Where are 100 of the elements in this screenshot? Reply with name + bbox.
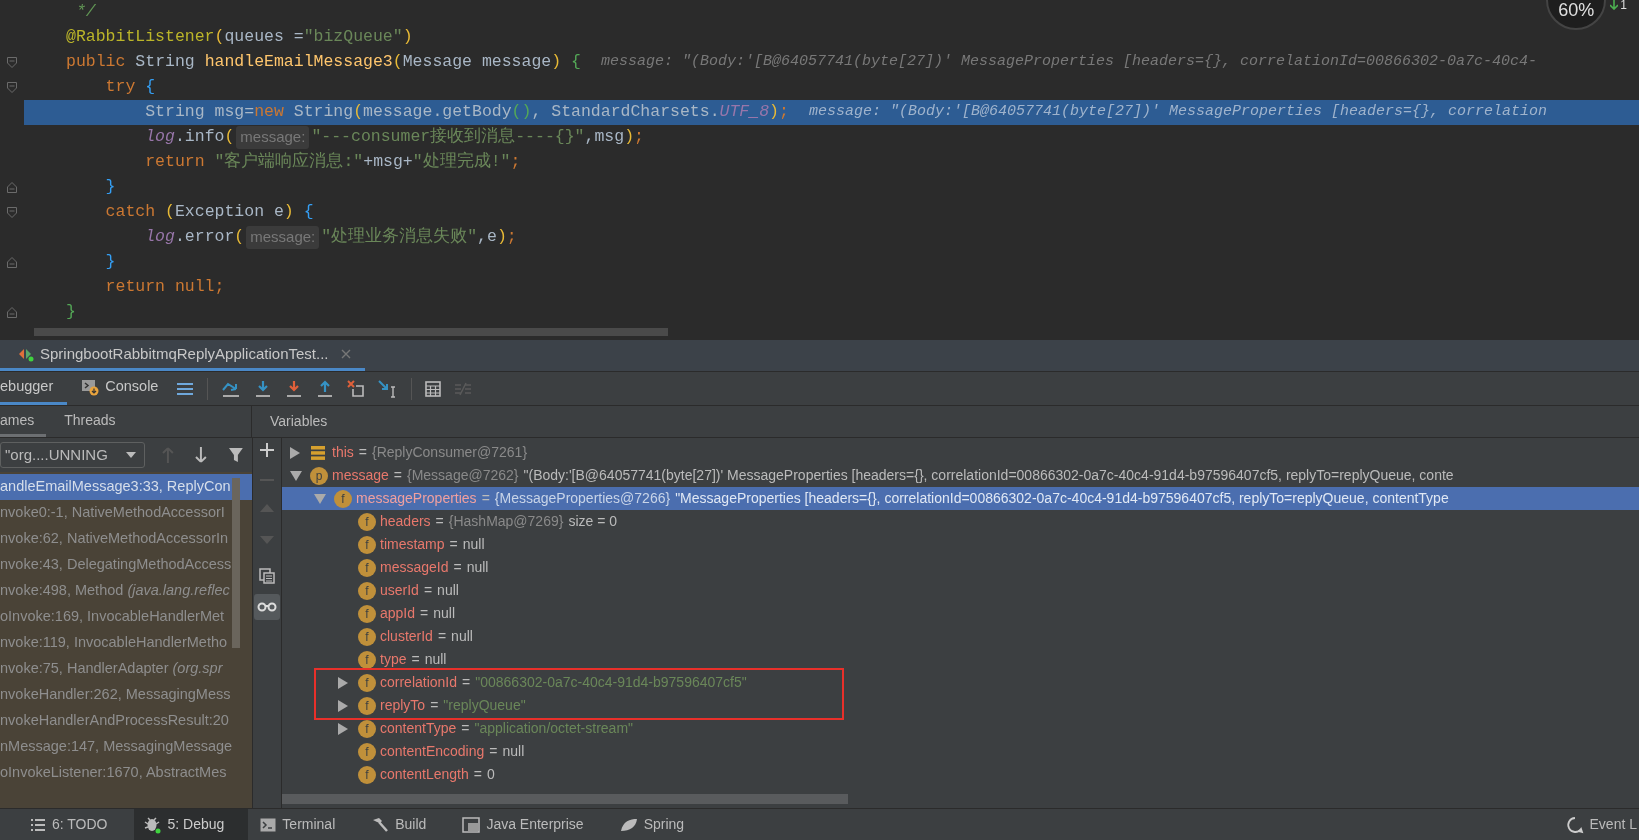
fold-marker-icon[interactable] xyxy=(7,182,17,193)
tree-row[interactable]: f type = null xyxy=(282,648,1639,671)
stack-frame[interactable]: nvokeHandler:262, MessagingMess xyxy=(0,682,252,708)
tree-row[interactable]: f clusterId = null xyxy=(282,625,1639,648)
fold-marker-icon[interactable] xyxy=(7,82,17,93)
step-into-icon[interactable] xyxy=(254,379,273,398)
tool-window-button[interactable]: Terminal xyxy=(250,809,360,840)
equals-sign: = xyxy=(411,650,420,669)
tree-row[interactable]: f messageId = null xyxy=(282,556,1639,579)
stack-frame[interactable]: andleEmailMessage3:33, ReplyCon xyxy=(0,474,252,500)
stack-frame[interactable]: nvoke:75, HandlerAdapter (org.spr xyxy=(0,656,252,682)
tree-row[interactable]: p message = {Message@7262} "(Body:'[B@64057741(byte[27])' MessageProperties [headers={}, correlationId=00866302-0a7c-40c4-91d4-b97596407cf5, replyTo=replyQueue, conte xyxy=(282,464,1639,487)
filter-icon[interactable] xyxy=(228,447,244,463)
parameter-hint: message: xyxy=(236,126,310,149)
code-text: log.info( xyxy=(144,126,235,149)
expand-arrow-icon[interactable] xyxy=(338,676,348,689)
tool-window-button[interactable]: Java Enterprise xyxy=(452,809,608,840)
arrow-down-icon[interactable] xyxy=(194,446,209,464)
field-icon: f xyxy=(358,765,376,784)
field-icon: f xyxy=(358,558,376,577)
variable-name: correlationId xyxy=(380,673,458,692)
tree-row[interactable]: f timestamp = null xyxy=(282,533,1639,556)
fold-marker-icon[interactable] xyxy=(7,257,17,268)
code-text: try { xyxy=(104,76,156,99)
tree-row[interactable]: f replyTo = "replyQueue" xyxy=(314,694,1639,717)
tool-window-button[interactable]: Event L xyxy=(1589,814,1637,835)
calculator-icon[interactable] xyxy=(425,380,442,397)
variable-type: {ReplyConsumer@7261} xyxy=(372,443,528,462)
variable-value: null xyxy=(433,604,456,623)
glasses-icon xyxy=(257,602,277,612)
close-icon[interactable] xyxy=(340,349,351,359)
horizontal-scrollbar[interactable] xyxy=(34,328,668,336)
vertical-scrollbar[interactable] xyxy=(232,478,240,648)
variable-value: size = 0 xyxy=(568,512,618,531)
variable-name: userId xyxy=(380,581,419,600)
stack-frame[interactable]: oInvokeListener:1670, AbstractMes xyxy=(0,760,252,786)
variable-value: null xyxy=(466,558,489,577)
stack-frame[interactable]: nvoke0:-1, NativeMethodAccessorI xyxy=(0,500,252,526)
debugger-tab[interactable]: ebugger xyxy=(0,372,68,405)
collapse-arrow-icon[interactable] xyxy=(290,470,302,481)
collapse-arrow-icon[interactable] xyxy=(314,493,326,504)
stack-frame[interactable]: oInvoke:169, InvocableHandlerMet xyxy=(0,604,252,630)
variable-value: null xyxy=(502,742,525,761)
code-text: "处理业务消息失败",e); xyxy=(321,226,517,249)
tree-row[interactable]: this = {ReplyConsumer@7261} xyxy=(282,441,1639,464)
tab-label: SpringbootRabbitmqReplyApplicationTest... xyxy=(40,343,329,364)
expand-arrow-icon[interactable] xyxy=(290,446,300,459)
tree-row[interactable]: f userId = null xyxy=(282,579,1639,602)
tree-row[interactable]: f contentLength = 0 xyxy=(282,763,1639,786)
inline-debug-value: message: "(Body:'[B@64057741(byte[27])' MessageProperties [headers={}, correlationId=00866302-0a7c-40c4- xyxy=(600,52,1538,73)
fold-marker-icon[interactable] xyxy=(7,307,17,318)
stack-frame[interactable]: nvokeHandlerAndProcessResult:20 xyxy=(0,708,252,734)
tool-window-button[interactable]: 6: TODO xyxy=(20,809,132,840)
variable-type: {MessageProperties@7266} xyxy=(494,489,671,508)
expand-arrow-icon[interactable] xyxy=(338,699,348,712)
variable-name: replyTo xyxy=(380,696,426,715)
tree-row[interactable]: f contentType = "application/octet-stream" xyxy=(282,717,1639,740)
thread-dropdown[interactable]: "org....UNNING xyxy=(0,442,145,468)
panel-tab[interactable]: ames xyxy=(0,406,47,437)
variable-type: {HashMap@7269} xyxy=(448,512,564,531)
console-icon xyxy=(81,378,100,396)
variable-name: appId xyxy=(380,604,416,623)
force-step-into-icon[interactable] xyxy=(285,379,304,398)
field-icon: f xyxy=(358,696,376,715)
horizontal-scrollbar[interactable] xyxy=(282,794,848,804)
equals-sign: = xyxy=(453,558,462,577)
watches-toggle[interactable] xyxy=(254,594,280,620)
field-icon: f xyxy=(358,581,376,600)
fold-marker-icon[interactable] xyxy=(7,57,17,68)
stack-frame[interactable]: nvoke:119, InvocableHandlerMetho xyxy=(0,630,252,656)
hammer-icon xyxy=(371,816,390,833)
tree-row[interactable]: f headers = {HashMap@7269} size = 0 xyxy=(282,510,1639,533)
field-icon: f xyxy=(358,650,376,669)
tool-window-button[interactable]: Spring xyxy=(609,809,709,840)
plus-icon[interactable] xyxy=(259,442,275,458)
variable-name: messageId xyxy=(380,558,449,577)
stack-frame[interactable]: nvoke:62, NativeMethodAccessorIn xyxy=(0,526,252,552)
fold-marker-icon[interactable] xyxy=(7,207,17,218)
field-icon: f xyxy=(334,489,352,508)
tree-row[interactable]: f contentEncoding = null xyxy=(282,740,1639,763)
expand-arrow-icon[interactable] xyxy=(338,722,348,735)
frames-list-icon[interactable] xyxy=(176,381,195,396)
memory-indicator[interactable]: 60% xyxy=(1546,0,1607,30)
tree-row[interactable]: f correlationId = "00866302-0a7c-40c4-91d4-b97596407cf5" xyxy=(314,671,1639,694)
step-out-icon[interactable] xyxy=(316,379,335,398)
debugger-tab[interactable]: Console xyxy=(67,372,173,405)
drop-frame-icon[interactable] xyxy=(347,379,366,398)
stack-frame[interactable]: nMessage:147, MessagingMessage xyxy=(0,734,252,760)
variable-value: "MessageProperties [headers={}, correlationId=00866302-0a7c-40c4-91d4-b97596407cf5, replyTo=replyQueue, contentType xyxy=(675,489,1449,508)
copy-icon[interactable] xyxy=(259,568,275,584)
tool-window-button[interactable]: 5: Debug xyxy=(133,809,249,840)
variable-value: "00866302-0a7c-40c4-91d4-b97596407cf5" xyxy=(475,673,747,692)
field-icon: f xyxy=(358,627,376,646)
tree-row[interactable]: f messageProperties = {MessageProperties@7266} "MessageProperties [headers={}, correlationId=00866302-0a7c-40c4-91d4-b97596407cf5, replyTo=replyQueue, contentType xyxy=(282,487,1639,510)
stack-frame[interactable]: nvoke:43, DelegatingMethodAccess xyxy=(0,552,252,578)
tool-window-button[interactable]: Build xyxy=(361,809,451,840)
tree-row[interactable]: f appId = null xyxy=(282,602,1639,625)
stack-frame[interactable]: nvoke:498, Method (java.lang.reflec xyxy=(0,578,252,604)
panel-tab[interactable]: Threads xyxy=(62,406,118,437)
equals-sign: = xyxy=(430,696,439,715)
